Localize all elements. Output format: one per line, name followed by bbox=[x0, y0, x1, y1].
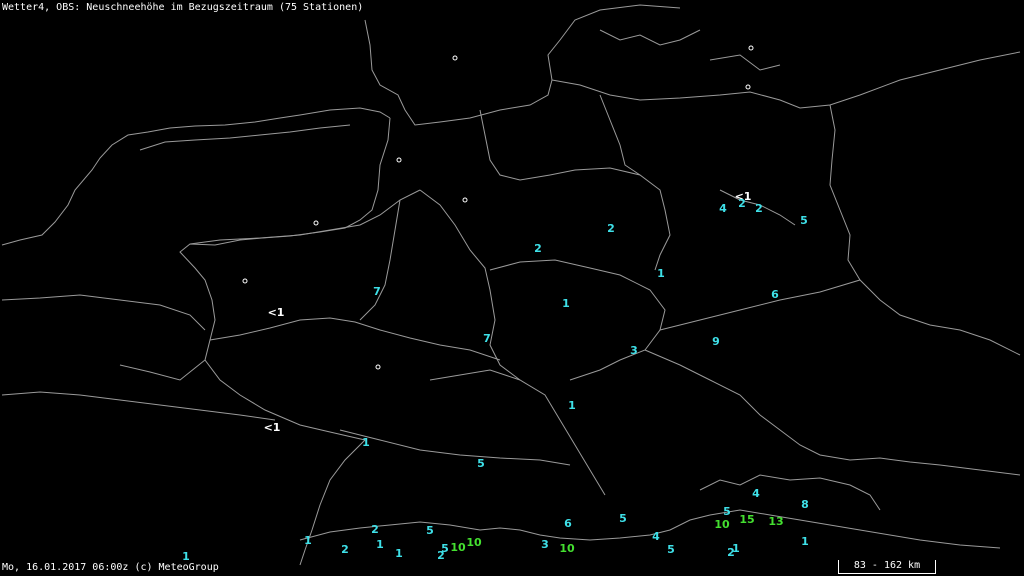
city-marker bbox=[462, 197, 468, 203]
border-state-8 bbox=[479, 109, 551, 181]
station-value: 5 bbox=[619, 512, 627, 525]
station-value: 2 bbox=[534, 242, 542, 255]
station-value: 5 bbox=[667, 543, 675, 556]
city-marker bbox=[396, 157, 402, 163]
border-state-2 bbox=[549, 167, 671, 271]
map-borders bbox=[1, 4, 1021, 566]
city-marker bbox=[313, 220, 319, 226]
station-value: 1 bbox=[568, 399, 576, 412]
border-poland bbox=[829, 104, 861, 281]
map-title: Wetter4, OBS: Neuschneehöhe im Bezugszei… bbox=[2, 2, 364, 13]
border-west bbox=[179, 117, 391, 441]
coastline-frisian bbox=[139, 124, 351, 151]
city-marker bbox=[375, 364, 381, 370]
border-austria-north bbox=[644, 349, 1021, 476]
border-state-3 bbox=[189, 189, 421, 245]
station-value: 7 bbox=[483, 332, 491, 345]
station-value: 5 bbox=[723, 505, 731, 518]
city-marker bbox=[748, 45, 754, 51]
station-value: 8 bbox=[801, 498, 809, 511]
coastline-netherlands bbox=[1, 107, 391, 246]
city-marker bbox=[745, 84, 751, 90]
border-czech bbox=[489, 259, 666, 381]
station-value: 2 bbox=[755, 202, 763, 215]
border-state-10 bbox=[339, 429, 571, 466]
station-value: 1 bbox=[304, 534, 312, 547]
station-value: 10 bbox=[466, 536, 482, 549]
station-value: 1 bbox=[362, 436, 370, 449]
station-value: 3 bbox=[630, 344, 638, 357]
station-value: 6 bbox=[771, 288, 779, 301]
station-value: 1 bbox=[657, 267, 665, 280]
station-value: 9 bbox=[712, 335, 720, 348]
weather-map: Wetter4, OBS: Neuschneehöhe im Bezugszei… bbox=[0, 0, 1024, 576]
city-marker bbox=[242, 278, 248, 284]
border-state-6 bbox=[599, 94, 641, 176]
station-value: <1 bbox=[263, 421, 281, 434]
timestamp-footer: Mo, 16.01.2017 06:00z (c) MeteoGroup bbox=[2, 562, 219, 573]
station-value: 2 bbox=[341, 543, 349, 556]
coastline-baltic bbox=[551, 51, 1021, 109]
border-state-1 bbox=[419, 189, 521, 381]
coastline-jutland bbox=[364, 4, 681, 126]
border-france-north bbox=[1, 391, 276, 421]
station-value: 1 bbox=[376, 538, 384, 551]
station-value: 1 bbox=[732, 542, 740, 555]
station-value: 6 bbox=[564, 517, 572, 530]
border-state-9 bbox=[359, 199, 401, 321]
station-value: 15 bbox=[739, 513, 755, 526]
station-value: 7 bbox=[373, 285, 381, 298]
scale-bar: 83 - 162 km bbox=[838, 560, 936, 574]
station-value: 10 bbox=[559, 542, 575, 555]
station-value: 5 bbox=[477, 457, 485, 470]
city-marker bbox=[452, 55, 458, 61]
station-value: 4 bbox=[719, 202, 727, 215]
station-value: 1 bbox=[801, 535, 809, 548]
station-value: 2 bbox=[371, 523, 379, 536]
coastline-islands bbox=[599, 29, 781, 71]
station-value: 13 bbox=[768, 515, 784, 528]
station-value: 2 bbox=[738, 197, 746, 210]
station-value: 1 bbox=[562, 297, 570, 310]
border-state-5 bbox=[429, 369, 606, 496]
station-value: 10 bbox=[714, 518, 730, 531]
station-value: <1 bbox=[267, 306, 285, 319]
station-value: 1 bbox=[395, 547, 403, 560]
station-value: 2 bbox=[437, 549, 445, 562]
station-value: 3 bbox=[541, 538, 549, 551]
station-value: 2 bbox=[607, 222, 615, 235]
station-value: 4 bbox=[652, 530, 660, 543]
border-switzerland bbox=[299, 514, 711, 541]
border-state-4 bbox=[209, 317, 501, 361]
station-value: 10 bbox=[450, 541, 466, 554]
station-value: 5 bbox=[426, 524, 434, 537]
station-value: 4 bbox=[752, 487, 760, 500]
border-benelux bbox=[1, 294, 206, 381]
station-value: 5 bbox=[800, 214, 808, 227]
scale-label: 83 - 162 km bbox=[853, 560, 921, 571]
